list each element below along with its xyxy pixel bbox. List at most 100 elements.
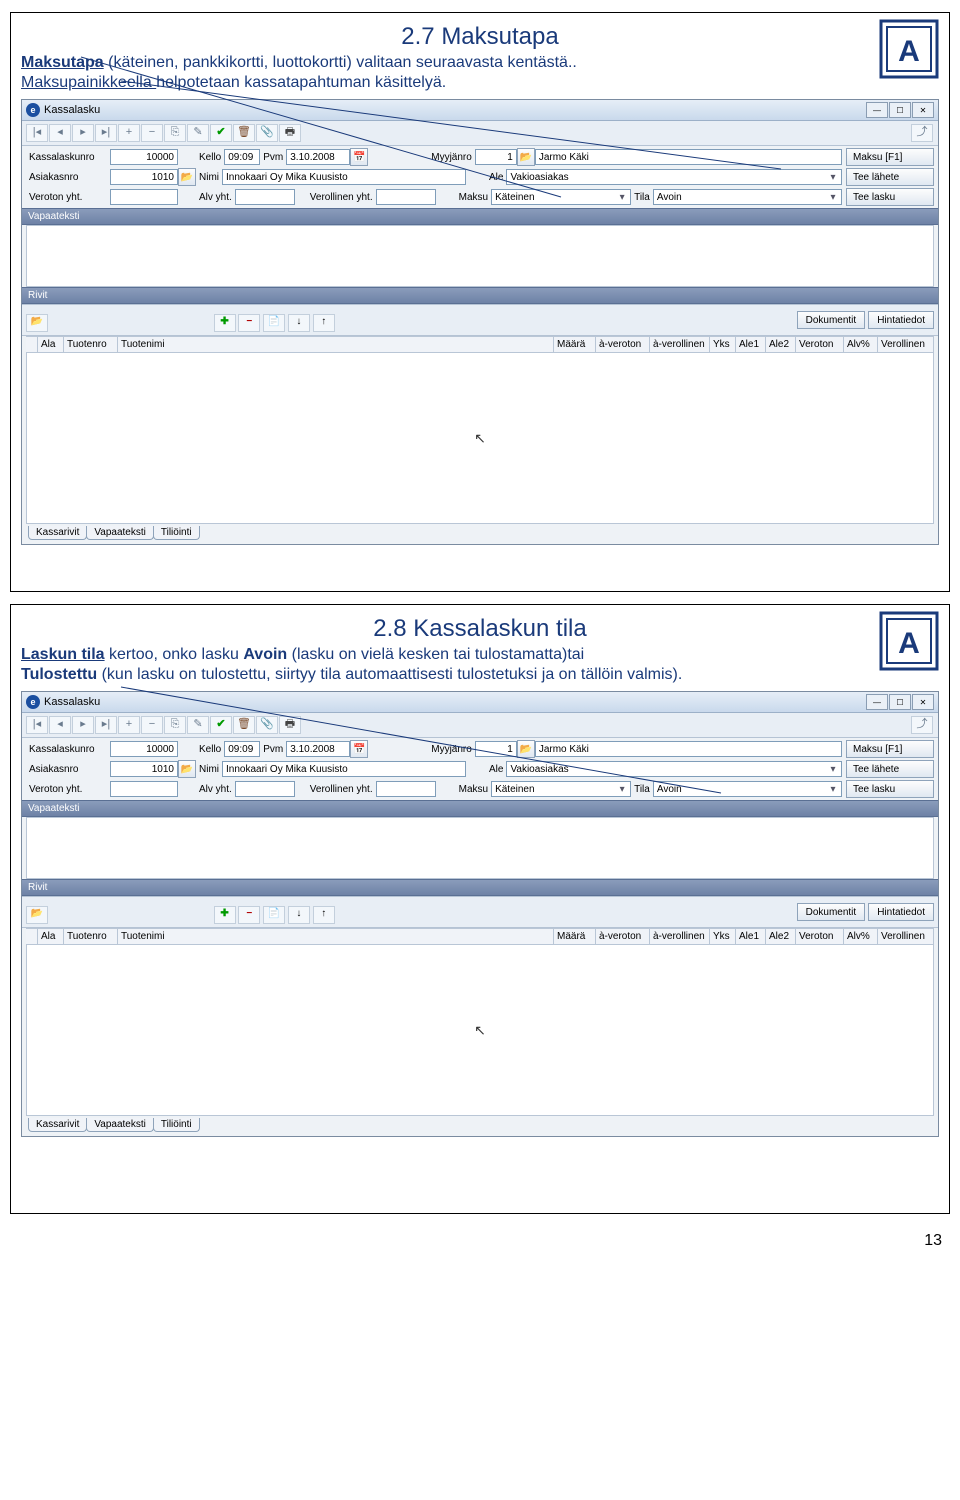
kello-field[interactable]: 09:09 bbox=[224, 149, 260, 165]
tab-tilionti[interactable]: Tiliöinti bbox=[153, 526, 200, 540]
tila-select[interactable]: Avoin▾ bbox=[653, 781, 842, 797]
row-open-icon[interactable]: 📂 bbox=[26, 906, 48, 924]
tool-attach-icon[interactable]: 📎 bbox=[256, 716, 278, 734]
tool-plus-icon[interactable]: + bbox=[118, 716, 140, 734]
tool-first-icon[interactable]: |◂ bbox=[26, 124, 48, 142]
col-ala[interactable]: Ala bbox=[38, 929, 64, 944]
tab-vapaateksti[interactable]: Vapaateksti bbox=[86, 526, 154, 540]
tab-tilionti[interactable]: Tiliöinti bbox=[153, 1118, 200, 1132]
tool-next-icon[interactable]: ▸ bbox=[72, 716, 94, 734]
tab-vapaateksti[interactable]: Vapaateksti bbox=[86, 1118, 154, 1132]
col-veroton[interactable]: Veroton bbox=[796, 337, 844, 352]
myyjanro-field[interactable]: 1 bbox=[475, 149, 517, 165]
nimi-field[interactable]: Innokaari Oy Mika Kuusisto bbox=[222, 169, 466, 185]
folder-icon[interactable]: 📂 bbox=[178, 168, 196, 186]
col-alvp[interactable]: Alv% bbox=[844, 337, 878, 352]
close-button[interactable]: ✕ bbox=[912, 694, 934, 710]
myyja-name-field[interactable]: Jarmo Käki bbox=[535, 741, 842, 757]
row-edit-icon[interactable]: 📄 bbox=[263, 906, 285, 924]
row-open-icon[interactable]: 📂 bbox=[26, 314, 48, 332]
col-tuotenro[interactable]: Tuotenro bbox=[64, 929, 118, 944]
maximize-button[interactable]: ☐ bbox=[889, 694, 911, 710]
col-maara[interactable]: Määrä bbox=[554, 929, 596, 944]
verollinen-field[interactable] bbox=[376, 781, 436, 797]
maksu-select[interactable]: Käteinen▾ bbox=[491, 189, 631, 205]
tool-plus-icon[interactable]: + bbox=[118, 124, 140, 142]
col-verollinen[interactable]: Verollinen bbox=[878, 337, 934, 352]
ale-select[interactable]: Vakioasiakas▾ bbox=[506, 761, 842, 777]
asiakasnro-field[interactable]: 1010 bbox=[110, 761, 178, 777]
tool-ok-icon[interactable]: ✔ bbox=[210, 716, 232, 734]
row-edit-icon[interactable]: 📄 bbox=[263, 314, 285, 332]
row-add-icon[interactable]: ✚ bbox=[214, 314, 236, 332]
maksu-select[interactable]: Käteinen▾ bbox=[491, 781, 631, 797]
folder-icon[interactable]: 📂 bbox=[517, 148, 535, 166]
tila-select[interactable]: Avoin▾ bbox=[653, 189, 842, 205]
nimi-field[interactable]: Innokaari Oy Mika Kuusisto bbox=[222, 761, 466, 777]
folder-icon[interactable]: 📂 bbox=[178, 760, 196, 778]
maksu-button[interactable]: Maksu [F1] bbox=[846, 740, 934, 758]
myyjanro-field[interactable]: 1 bbox=[475, 741, 517, 757]
tee-lasku-button[interactable]: Tee lasku bbox=[846, 780, 934, 798]
tool-delete-icon[interactable]: 🗑 bbox=[233, 124, 255, 142]
col-ale2[interactable]: Ale2 bbox=[766, 337, 796, 352]
tool-last-icon[interactable]: ▸| bbox=[95, 124, 117, 142]
col-averoton[interactable]: à-veroton bbox=[596, 337, 650, 352]
tool-export-icon[interactable]: ⤴ bbox=[911, 124, 933, 142]
tool-edit-icon[interactable]: ✎ bbox=[187, 716, 209, 734]
folder-icon[interactable]: 📂 bbox=[517, 740, 535, 758]
hintatiedot-button[interactable]: Hintatiedot bbox=[868, 311, 934, 329]
dokumentit-button[interactable]: Dokumentit bbox=[797, 311, 866, 329]
row-remove-icon[interactable]: − bbox=[238, 314, 260, 332]
pvm-field[interactable]: 3.10.2008 bbox=[286, 149, 350, 165]
tool-prev-icon[interactable]: ◂ bbox=[49, 716, 71, 734]
col-tuotenimi[interactable]: Tuotenimi bbox=[118, 337, 554, 352]
tool-next-icon[interactable]: ▸ bbox=[72, 124, 94, 142]
tee-lahete-button[interactable]: Tee lähete bbox=[846, 168, 934, 186]
grid-body[interactable]: ↖ bbox=[26, 353, 934, 524]
col-verollinen[interactable]: Verollinen bbox=[878, 929, 934, 944]
col-yks[interactable]: Yks bbox=[710, 929, 736, 944]
vapaateksti-area[interactable] bbox=[26, 225, 934, 287]
tool-minus-icon[interactable]: − bbox=[141, 716, 163, 734]
row-down-icon[interactable]: ↓ bbox=[288, 906, 310, 924]
row-up-icon[interactable]: ↑ bbox=[313, 906, 335, 924]
grid-body[interactable]: ↖ bbox=[26, 945, 934, 1116]
maksu-button[interactable]: Maksu [F1] bbox=[846, 148, 934, 166]
dokumentit-button[interactable]: Dokumentit bbox=[797, 903, 866, 921]
tool-print-icon[interactable]: 🖶 bbox=[279, 716, 301, 734]
minimize-button[interactable]: — bbox=[866, 694, 888, 710]
col-alvp[interactable]: Alv% bbox=[844, 929, 878, 944]
myyja-name-field[interactable]: Jarmo Käki bbox=[535, 149, 842, 165]
tool-export-icon[interactable]: ⤴ bbox=[911, 716, 933, 734]
col-ale2[interactable]: Ale2 bbox=[766, 929, 796, 944]
col-tuotenimi[interactable]: Tuotenimi bbox=[118, 929, 554, 944]
minimize-button[interactable]: — bbox=[866, 102, 888, 118]
hintatiedot-button[interactable]: Hintatiedot bbox=[868, 903, 934, 921]
close-button[interactable]: ✕ bbox=[912, 102, 934, 118]
maximize-button[interactable]: ☐ bbox=[889, 102, 911, 118]
kassalaskunro-field[interactable]: 10000 bbox=[110, 741, 178, 757]
veroton-field[interactable] bbox=[110, 189, 178, 205]
tee-lahete-button[interactable]: Tee lähete bbox=[846, 760, 934, 778]
ale-select[interactable]: Vakioasiakas▾ bbox=[506, 169, 842, 185]
col-ale1[interactable]: Ale1 bbox=[736, 929, 766, 944]
col-ale1[interactable]: Ale1 bbox=[736, 337, 766, 352]
tool-dup-icon[interactable]: ⎘ bbox=[164, 124, 186, 142]
vapaateksti-area[interactable] bbox=[26, 817, 934, 879]
alv-field[interactable] bbox=[235, 781, 295, 797]
col-ala[interactable]: Ala bbox=[38, 337, 64, 352]
kassalaskunro-field[interactable]: 10000 bbox=[110, 149, 178, 165]
tool-dup-icon[interactable]: ⎘ bbox=[164, 716, 186, 734]
row-down-icon[interactable]: ↓ bbox=[288, 314, 310, 332]
tool-print-icon[interactable]: 🖶 bbox=[279, 124, 301, 142]
col-veroton[interactable]: Veroton bbox=[796, 929, 844, 944]
col-yks[interactable]: Yks bbox=[710, 337, 736, 352]
tool-ok-icon[interactable]: ✔ bbox=[210, 124, 232, 142]
alv-field[interactable] bbox=[235, 189, 295, 205]
row-remove-icon[interactable]: − bbox=[238, 906, 260, 924]
tab-kassarivit[interactable]: Kassarivit bbox=[28, 526, 87, 540]
verollinen-field[interactable] bbox=[376, 189, 436, 205]
col-maara[interactable]: Määrä bbox=[554, 337, 596, 352]
tool-minus-icon[interactable]: − bbox=[141, 124, 163, 142]
